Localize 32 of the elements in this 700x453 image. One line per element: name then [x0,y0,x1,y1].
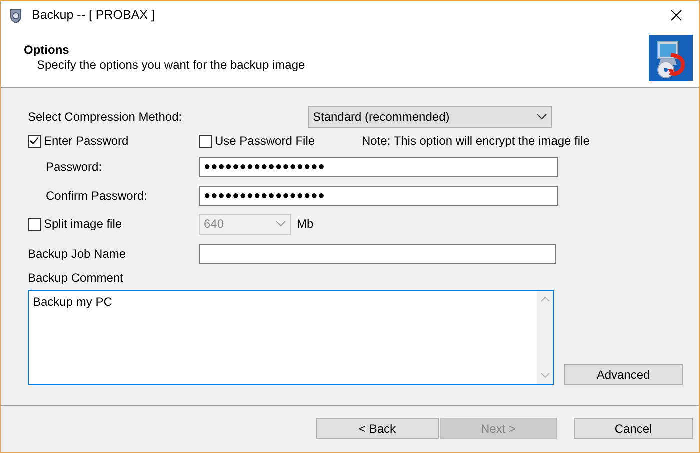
password-file-checkbox[interactable] [199,134,212,148]
chevron-down-icon [540,373,550,378]
note-text: Note: This option will encrypt the image file [362,133,590,150]
split-image-checkbox[interactable] [28,218,41,230]
field-label: Confirm Password: [45,188,148,205]
field-label: Backup Job Name [28,246,128,263]
computer-disc-logo-icon [649,35,693,81]
header-subtitle: Specify the options you want for the backup image [36,58,306,73]
chevron-down-icon [537,114,547,120]
nav-button[interactable]: Cancel [574,418,693,439]
header-title: Options [24,43,70,58]
confirm-password-field[interactable]: ●●●●●●●●●●●●●●●●● [199,186,558,206]
unit-label: Mb [297,216,314,233]
window-title: Backup -- [ PROBAX ] [32,7,155,24]
shield-app-icon [8,8,24,24]
enter-password-checkbox[interactable] [28,134,41,148]
field-label: Password: [45,159,104,176]
field-label: Select Compression Method: [28,109,184,126]
compression-dropdown[interactable]: Standard (recommended) [308,106,552,128]
field-label: Backup Comment [28,270,124,287]
comment-field[interactable]: Backup my PC [28,290,554,385]
checkbox-label: Enter Password [44,133,129,150]
scrollbar[interactable] [537,291,553,384]
nav-button[interactable]: < Back [316,418,439,439]
password-field[interactable]: ●●●●●●●●●●●●●●●●● [199,157,558,177]
job-name-field[interactable] [199,244,556,264]
close-icon [670,10,682,21]
chevron-down-icon [276,221,286,227]
advanced-button[interactable]: Advanced [564,364,683,385]
chevron-up-icon [540,297,550,302]
checkbox-label: Use Password File [215,133,316,150]
checkbox-label: Split image file [44,216,122,233]
